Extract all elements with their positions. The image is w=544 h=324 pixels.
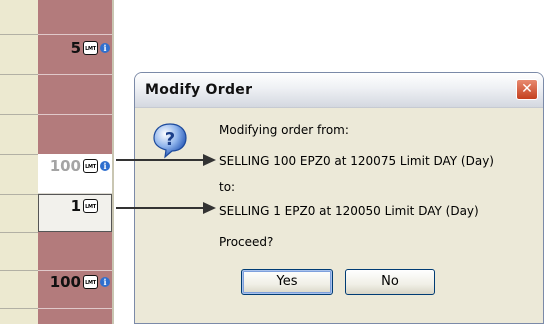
- lmt-badge-icon: LMT: [83, 199, 98, 213]
- lmt-badge-icon: LMT: [83, 41, 98, 55]
- working-order-original[interactable]: 100 LMT i: [50, 156, 110, 176]
- question-icon: ?: [153, 123, 187, 159]
- row-divider: [38, 34, 112, 35]
- working-order[interactable]: 5 LMT i: [71, 38, 110, 58]
- dialog-titlebar[interactable]: Modify Order ✕: [135, 73, 543, 108]
- close-button[interactable]: ✕: [516, 79, 538, 100]
- message-new-order: SELLING 1 EPZ0 at 120050 Limit DAY (Day): [219, 204, 479, 218]
- info-icon[interactable]: i: [100, 43, 110, 53]
- row-divider: [38, 114, 112, 115]
- row-divider: [0, 74, 38, 75]
- close-icon: ✕: [521, 81, 533, 97]
- message-original-order: SELLING 100 EPZ0 at 120075 Limit DAY (Da…: [219, 154, 494, 168]
- yes-button[interactable]: Yes: [241, 269, 333, 295]
- order-quantity: 100: [49, 157, 81, 175]
- order-quantity: 5: [70, 39, 81, 57]
- lmt-badge-icon: LMT: [83, 159, 98, 173]
- working-order-new[interactable]: 1 LMT: [71, 196, 98, 216]
- price-ladder: 5 LMT i 100 LMT i 1 LMT 100 LMT i: [0, 0, 114, 324]
- row-divider: [0, 194, 38, 195]
- row-divider: [0, 270, 38, 271]
- lmt-badge-icon: LMT: [83, 275, 98, 289]
- row-divider: [38, 270, 112, 271]
- order-quantity: 1: [70, 197, 81, 215]
- row-divider: [38, 74, 112, 75]
- order-quantity: 100: [49, 273, 81, 291]
- ladder-price-column: [0, 0, 38, 324]
- message-to-label: to:: [219, 180, 236, 194]
- ladder-separator: [112, 0, 114, 324]
- message-prompt: Proceed?: [219, 235, 274, 249]
- row-divider: [0, 114, 38, 115]
- row-divider: [0, 308, 38, 309]
- working-order[interactable]: 100 LMT i: [50, 272, 110, 292]
- row-divider: [38, 308, 112, 309]
- row-divider: [0, 34, 38, 35]
- info-icon[interactable]: i: [100, 161, 110, 171]
- no-button[interactable]: No: [345, 269, 435, 295]
- svg-text:?: ?: [165, 129, 175, 150]
- modify-order-dialog: Modify Order ✕ ? Modifying order from: S…: [134, 72, 544, 324]
- row-divider: [0, 232, 38, 233]
- row-divider: [0, 154, 38, 155]
- message-from-label: Modifying order from:: [219, 123, 349, 137]
- info-icon[interactable]: i: [100, 277, 110, 287]
- dialog-title: Modify Order: [145, 82, 253, 98]
